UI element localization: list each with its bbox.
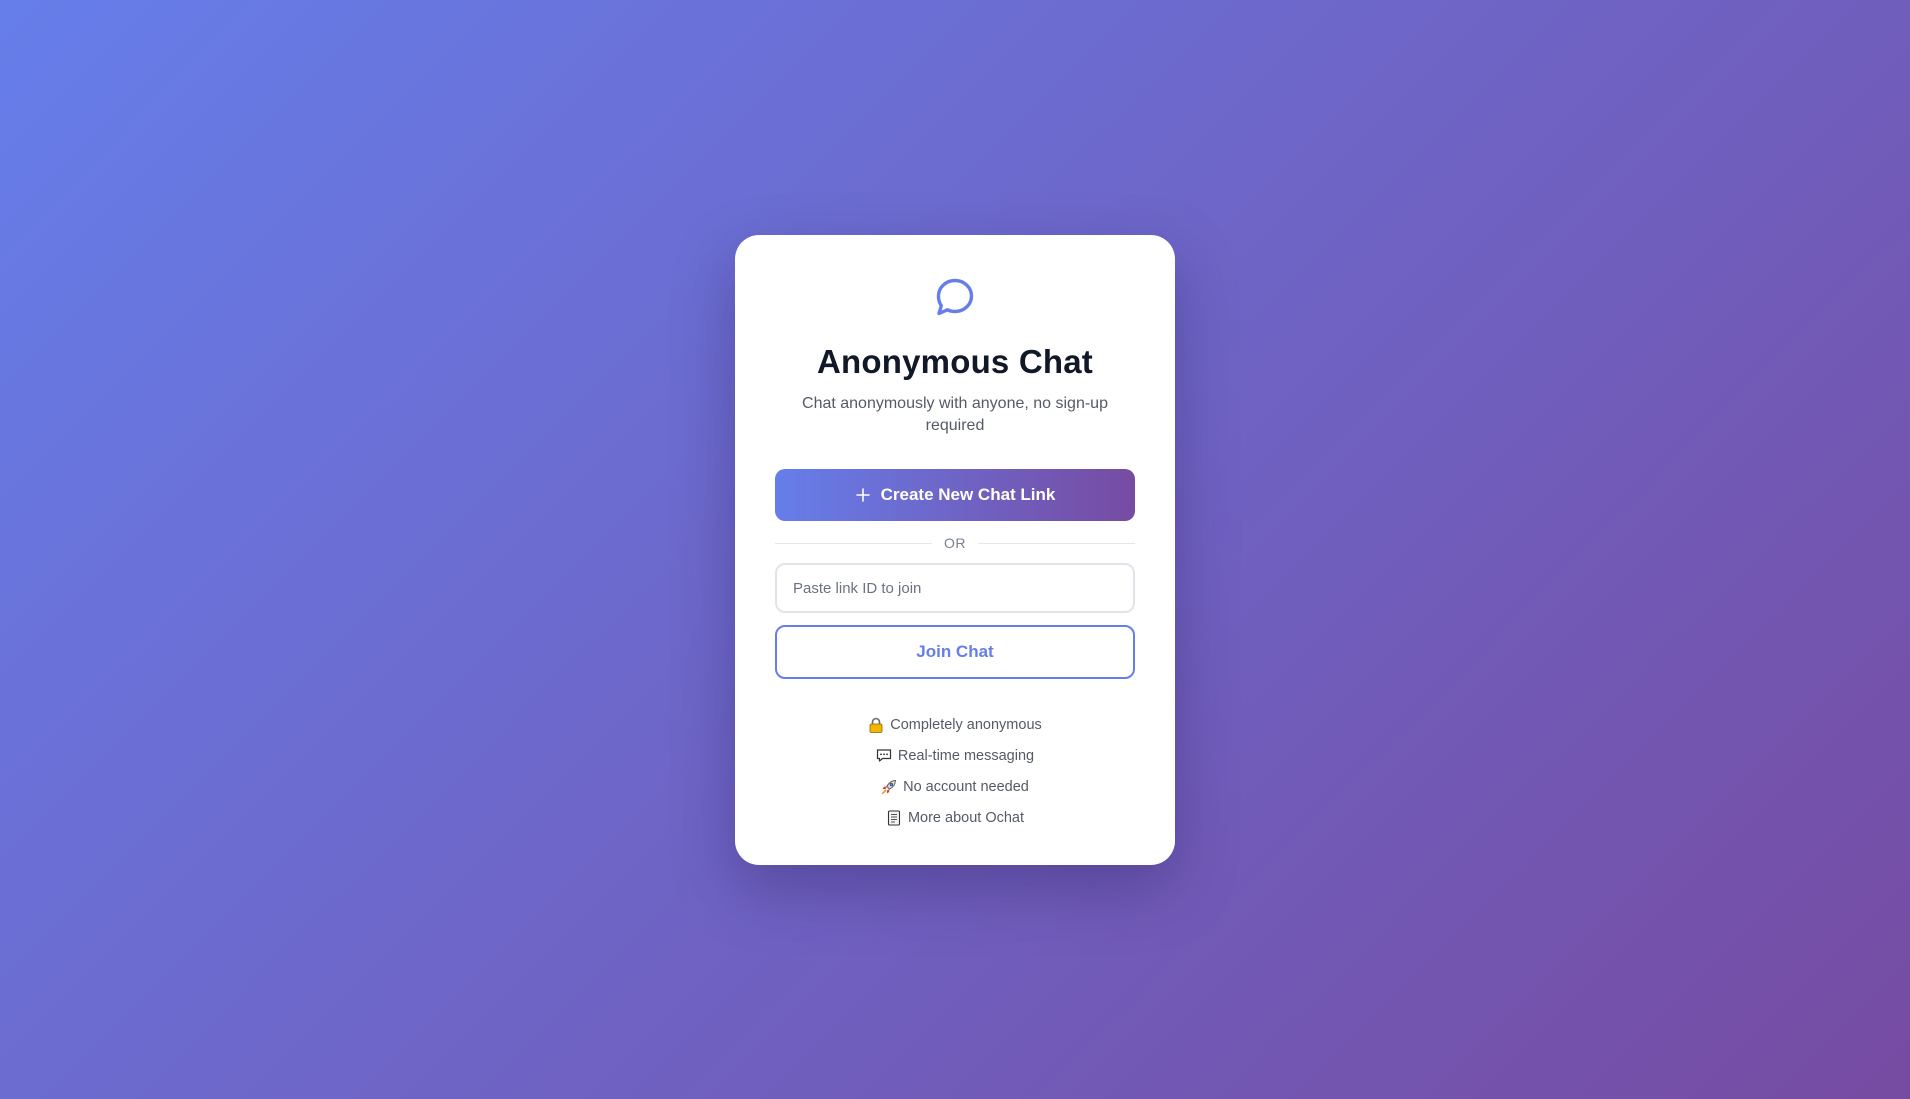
speech-balloon-icon bbox=[876, 748, 892, 764]
feature-label: Real-time messaging bbox=[897, 747, 1035, 764]
feature-label: No account needed bbox=[903, 778, 1029, 795]
join-chat-button[interactable]: Join Chat bbox=[775, 625, 1135, 679]
page-subtitle: Chat anonymously with anyone, no sign-up… bbox=[802, 395, 1108, 434]
create-chat-link-label: Create New Chat Link bbox=[880, 485, 1056, 504]
lock-icon bbox=[868, 717, 884, 733]
rocket-icon bbox=[881, 779, 897, 795]
divider-line-right bbox=[978, 542, 1135, 544]
chat-bubble-icon bbox=[936, 278, 974, 316]
feature-list: Completely anonymous Real-time messaging bbox=[775, 709, 1135, 833]
feature-label: Completely anonymous bbox=[890, 716, 1042, 733]
or-divider: OR bbox=[775, 535, 1135, 551]
link-id-input[interactable] bbox=[775, 563, 1135, 613]
divider-line-left bbox=[775, 542, 932, 544]
plus-icon bbox=[855, 488, 870, 502]
feature-item-anonymous: Completely anonymous bbox=[775, 709, 1135, 740]
more-about-link[interactable]: More about Ochat bbox=[908, 810, 1024, 826]
page-title: Anonymous Chat bbox=[817, 343, 1093, 380]
create-chat-link-button[interactable]: Create New Chat Link bbox=[775, 469, 1135, 521]
feature-item-more-about[interactable]: More about Ochat bbox=[775, 802, 1135, 833]
divider-label: OR bbox=[944, 535, 966, 551]
welcome-card: Anonymous Chat Chat anonymously with any… bbox=[735, 235, 1175, 865]
page-icon bbox=[886, 809, 902, 826]
feature-item-realtime: Real-time messaging bbox=[775, 740, 1135, 771]
feature-item-no-account: No account needed bbox=[775, 771, 1135, 802]
